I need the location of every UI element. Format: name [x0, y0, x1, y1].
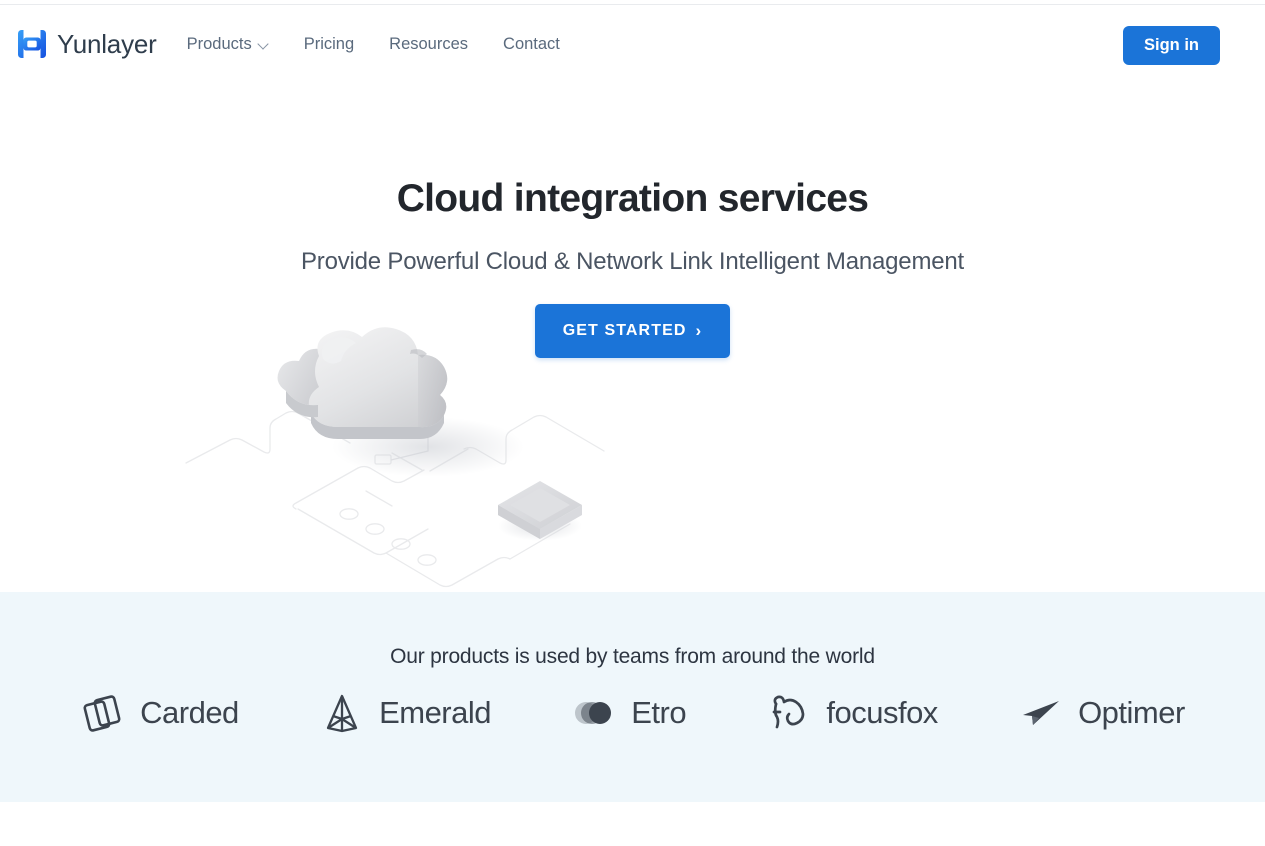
- brand-item-emerald[interactable]: Emerald: [319, 690, 491, 736]
- page-bottom-spacer: [0, 802, 1265, 846]
- site-header: Yunlayer Products Pricing Resources Cont…: [0, 5, 1265, 83]
- hero-title: Cloud integration services: [396, 177, 869, 220]
- get-started-button[interactable]: GET STARTED ›: [534, 304, 731, 358]
- chip-shape: [498, 481, 582, 541]
- nav-item-contact-label: Contact: [503, 34, 560, 53]
- brand-label-carded: Carded: [140, 695, 239, 730]
- primary-nav: Products Pricing Resources Contact: [187, 35, 560, 54]
- nav-item-pricing-label: Pricing: [303, 34, 355, 53]
- landing-page: Yunlayer Products Pricing Resources Cont…: [0, 0, 1265, 846]
- hero-subtitle: Provide Powerful Cloud & Network Link In…: [300, 248, 964, 275]
- brand-logo-link[interactable]: Yunlayer: [18, 29, 157, 60]
- hero-cta-container: GET STARTED ›: [0, 304, 1265, 358]
- nav-item-products[interactable]: Products: [187, 35, 269, 54]
- brand-name-text: Yunlayer: [57, 28, 157, 59]
- sign-in-button[interactable]: Sign in: [1123, 26, 1220, 65]
- yunlayer-logo-mark-icon: [18, 30, 46, 58]
- brand-item-carded[interactable]: Carded: [80, 690, 239, 736]
- hero-illustration: [178, 323, 618, 592]
- nav-item-contact[interactable]: Contact: [503, 35, 560, 54]
- brand-label-emerald: Emerald: [379, 695, 491, 730]
- chevron-down-icon: [258, 40, 269, 51]
- nav-item-resources-label: Resources: [389, 34, 469, 53]
- hero-section: Cloud integration services Provide Power…: [0, 83, 1265, 592]
- social-proof-tagline: Our products is used by teams from aroun…: [390, 645, 875, 668]
- brand-item-optimer[interactable]: Optimer: [1018, 690, 1185, 736]
- chevron-right-icon: ›: [695, 320, 703, 340]
- brand-item-focusfox[interactable]: focusfox: [766, 690, 938, 736]
- social-proof-section: Our products is used by teams from aroun…: [0, 592, 1265, 802]
- paper-plane-icon: [1018, 690, 1064, 736]
- nav-item-products-label: Products: [186, 34, 252, 53]
- stacked-cards-icon: [80, 690, 126, 736]
- brand-label-optimer: Optimer: [1078, 695, 1185, 730]
- brand-item-etro[interactable]: Etro: [571, 690, 687, 736]
- fox-head-icon: [766, 690, 812, 736]
- brand-label-etro: Etro: [631, 695, 687, 730]
- overlapping-circles-icon: [571, 690, 617, 736]
- brand-logo-row: Carded Emerald Etro focusfox Optimer: [0, 690, 1265, 736]
- brand-label-focusfox: focusfox: [826, 695, 938, 730]
- gem-crystal-icon: [319, 690, 365, 736]
- get-started-label: GET STARTED: [562, 322, 687, 339]
- nav-item-pricing[interactable]: Pricing: [304, 35, 354, 54]
- nav-item-resources[interactable]: Resources: [389, 35, 468, 54]
